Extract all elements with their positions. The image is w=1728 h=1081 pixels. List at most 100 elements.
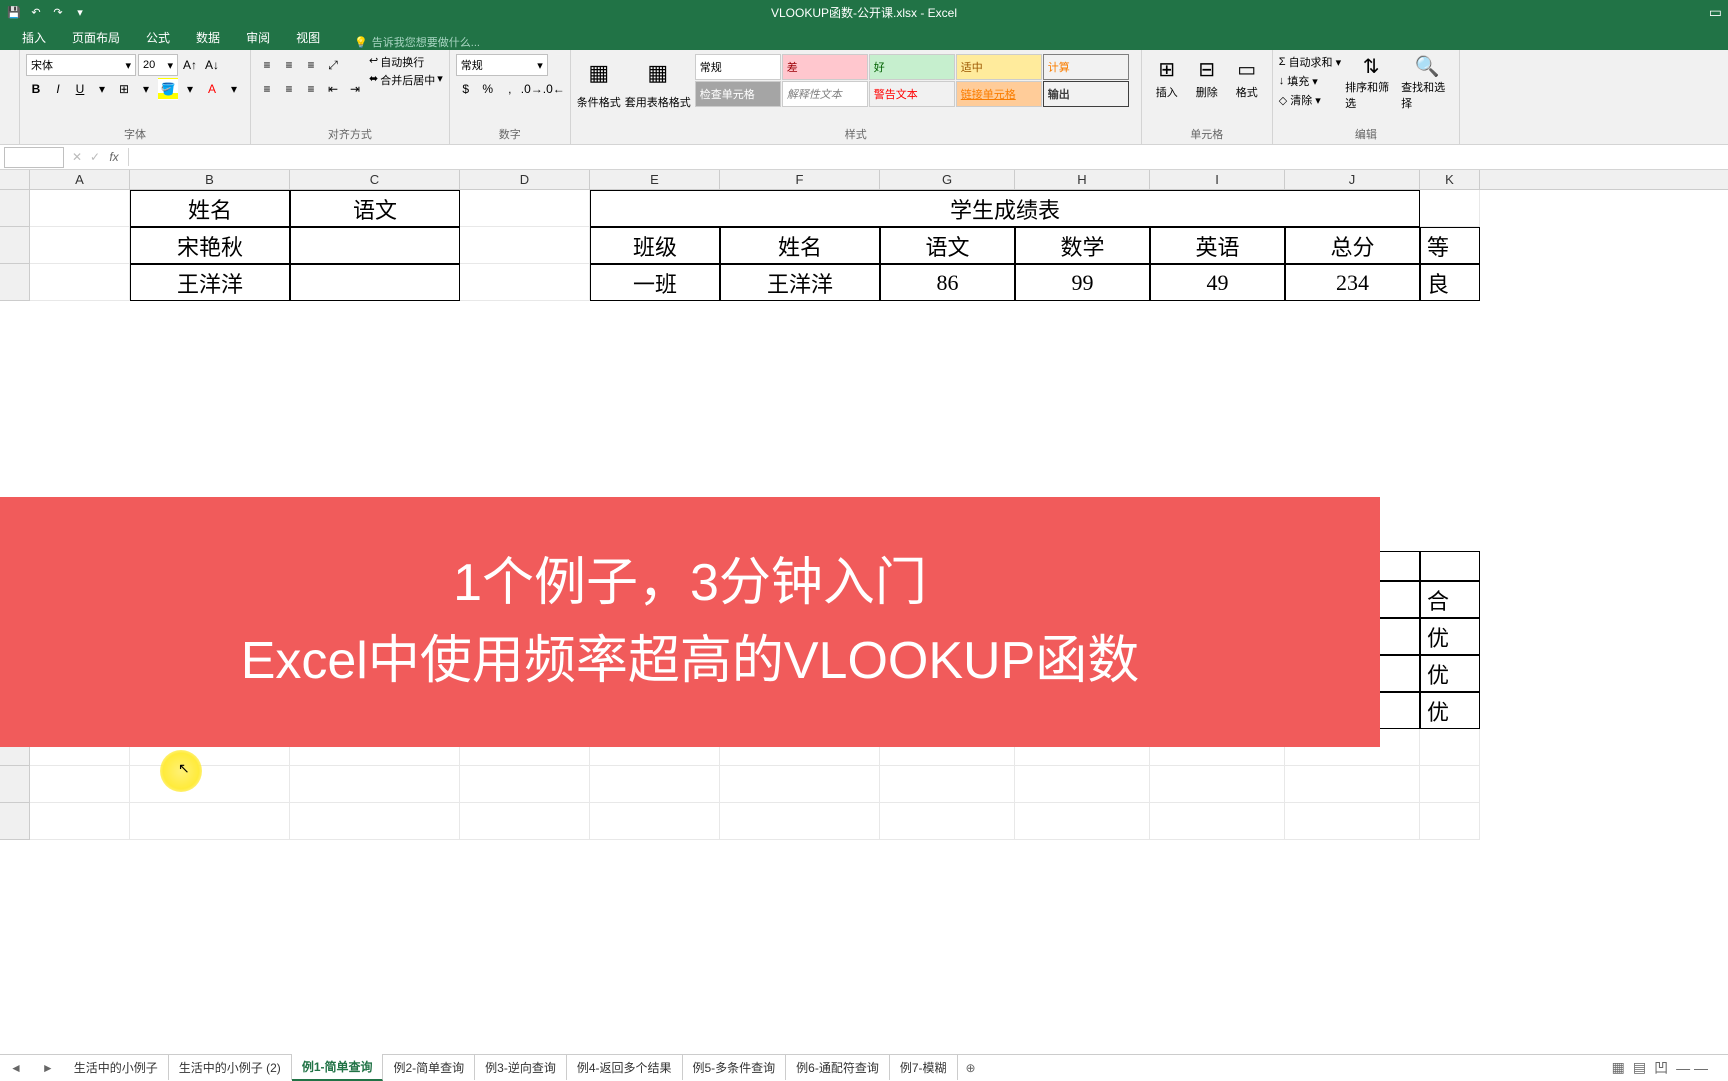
cell[interactable]: 99 [1015, 264, 1150, 301]
sheet-tab[interactable]: 例3-逆向查询 [475, 1055, 567, 1080]
style-check[interactable]: 检查单元格 [695, 81, 781, 107]
cell[interactable]: 班级 [590, 227, 720, 264]
percent-icon[interactable]: % [478, 78, 498, 100]
comma-icon[interactable]: , [500, 78, 520, 100]
font-color-button[interactable]: A [202, 78, 222, 100]
cell[interactable]: 数学 [1015, 227, 1150, 264]
cell[interactable] [1420, 190, 1480, 227]
cell[interactable]: 英语 [1150, 227, 1285, 264]
save-icon[interactable]: 💾 [6, 5, 22, 21]
style-bad[interactable]: 差 [782, 54, 868, 80]
orientation-icon[interactable]: ⤢ [323, 54, 343, 76]
cell[interactable] [460, 227, 590, 264]
delete-cells-button[interactable]: ⊟删除 [1188, 54, 1226, 100]
cell[interactable]: 总分 [1285, 227, 1420, 264]
font-size-select[interactable]: 20▾ [138, 54, 178, 76]
cell[interactable]: 语文 [880, 227, 1015, 264]
cell[interactable]: 优 [1420, 618, 1480, 655]
cell[interactable] [460, 264, 590, 301]
indent-decrease-icon[interactable]: ⇤ [323, 78, 343, 100]
conditional-format-button[interactable]: ▦ 条件格式 [577, 54, 621, 110]
align-left-icon[interactable]: ≡ [257, 78, 277, 100]
qat-customize-icon[interactable]: ▾ [72, 5, 88, 21]
col-header[interactable]: G [880, 170, 1015, 189]
wrap-text-button[interactable]: ↩自动换行 [369, 54, 443, 70]
row-header[interactable] [0, 766, 30, 803]
col-header[interactable]: D [460, 170, 590, 189]
view-layout-icon[interactable]: ▤ [1633, 1059, 1646, 1076]
cell[interactable]: 良 [1420, 264, 1480, 301]
sheet-tab[interactable]: 例5-多条件查询 [683, 1055, 787, 1080]
find-select-button[interactable]: 🔍查找和选择 [1401, 54, 1453, 111]
col-header[interactable]: E [590, 170, 720, 189]
cell[interactable] [30, 227, 130, 264]
col-header[interactable]: C [290, 170, 460, 189]
cell[interactable]: 姓名 [130, 190, 290, 227]
cell[interactable]: 合 [1420, 581, 1480, 618]
cell[interactable]: 优 [1420, 692, 1480, 729]
format-as-table-button[interactable]: ▦ 套用表格格式 [625, 54, 691, 110]
insert-cells-button[interactable]: ⊞插入 [1148, 54, 1186, 100]
decrease-decimal-icon[interactable]: .0← [544, 78, 564, 100]
col-header[interactable]: F [720, 170, 880, 189]
row-header[interactable] [0, 227, 30, 264]
view-normal-icon[interactable]: ▦ [1612, 1059, 1625, 1076]
tab-insert[interactable]: 插入 [10, 25, 58, 50]
tab-review[interactable]: 审阅 [234, 25, 282, 50]
align-bottom-icon[interactable]: ≡ [301, 54, 321, 76]
style-good[interactable]: 好 [869, 54, 955, 80]
ribbon-options-icon[interactable]: ▭ [1709, 4, 1722, 21]
cell[interactable]: 等 [1420, 227, 1480, 264]
cell[interactable] [30, 264, 130, 301]
format-cells-button[interactable]: ▭格式 [1228, 54, 1266, 100]
fx-button[interactable]: fx [104, 150, 124, 164]
row-header[interactable] [0, 190, 30, 227]
font-name-select[interactable]: 宋体▾ [26, 54, 136, 76]
enter-icon[interactable]: ✓ [86, 150, 104, 164]
zoom-slider[interactable]: ― ― [1676, 1060, 1708, 1076]
indent-increase-icon[interactable]: ⇥ [345, 78, 365, 100]
cell[interactable]: 王洋洋 [130, 264, 290, 301]
merge-center-button[interactable]: ⬌合并后居中▾ [369, 72, 443, 88]
style-output[interactable]: 输出 [1043, 81, 1129, 107]
border-dropdown[interactable]: ▾ [136, 78, 156, 100]
increase-font-icon[interactable]: A↑ [180, 54, 200, 76]
cell[interactable]: 学生成绩表 [590, 190, 1420, 227]
cell[interactable] [1420, 551, 1480, 581]
col-header[interactable]: B [130, 170, 290, 189]
tab-data[interactable]: 数据 [184, 25, 232, 50]
align-center-icon[interactable]: ≡ [279, 78, 299, 100]
style-linked[interactable]: 链接单元格 [956, 81, 1042, 107]
row-header[interactable] [0, 803, 30, 840]
tab-view[interactable]: 视图 [284, 25, 332, 50]
style-normal[interactable]: 常规 [695, 54, 781, 80]
col-header[interactable]: J [1285, 170, 1420, 189]
sheet-tab[interactable]: 例6-通配符查询 [786, 1055, 890, 1080]
align-right-icon[interactable]: ≡ [301, 78, 321, 100]
cell[interactable]: 语文 [290, 190, 460, 227]
border-button[interactable]: ⊞ [114, 78, 134, 100]
tab-formulas[interactable]: 公式 [134, 25, 182, 50]
view-pagebreak-icon[interactable]: 凹 [1654, 1058, 1668, 1078]
cell[interactable] [290, 227, 460, 264]
align-middle-icon[interactable]: ≡ [279, 54, 299, 76]
sheet-tab[interactable]: 例2-简单查询 [383, 1055, 475, 1080]
cell[interactable]: 86 [880, 264, 1015, 301]
cell[interactable]: 姓名 [720, 227, 880, 264]
redo-icon[interactable]: ↷ [50, 5, 66, 21]
cell[interactable] [30, 190, 130, 227]
sort-filter-button[interactable]: ⇅排序和筛选 [1345, 54, 1397, 111]
sheet-tab-active[interactable]: 例1-简单查询 [292, 1054, 384, 1081]
autosum-button[interactable]: Σ自动求和▾ [1279, 54, 1341, 70]
underline-button[interactable]: U [70, 78, 90, 100]
tell-me-search[interactable]: 💡告诉我您想要做什么... [354, 34, 480, 50]
font-color-dropdown[interactable]: ▾ [224, 78, 244, 100]
style-calc[interactable]: 计算 [1043, 54, 1129, 80]
italic-button[interactable]: I [48, 78, 68, 100]
row-header[interactable] [0, 264, 30, 301]
col-header[interactable]: K [1420, 170, 1480, 189]
col-header[interactable]: I [1150, 170, 1285, 189]
fill-color-button[interactable]: 🪣 [158, 78, 178, 100]
sheet-nav-prev-icon[interactable]: ◄ [0, 1061, 32, 1075]
tab-layout[interactable]: 页面布局 [60, 25, 132, 50]
